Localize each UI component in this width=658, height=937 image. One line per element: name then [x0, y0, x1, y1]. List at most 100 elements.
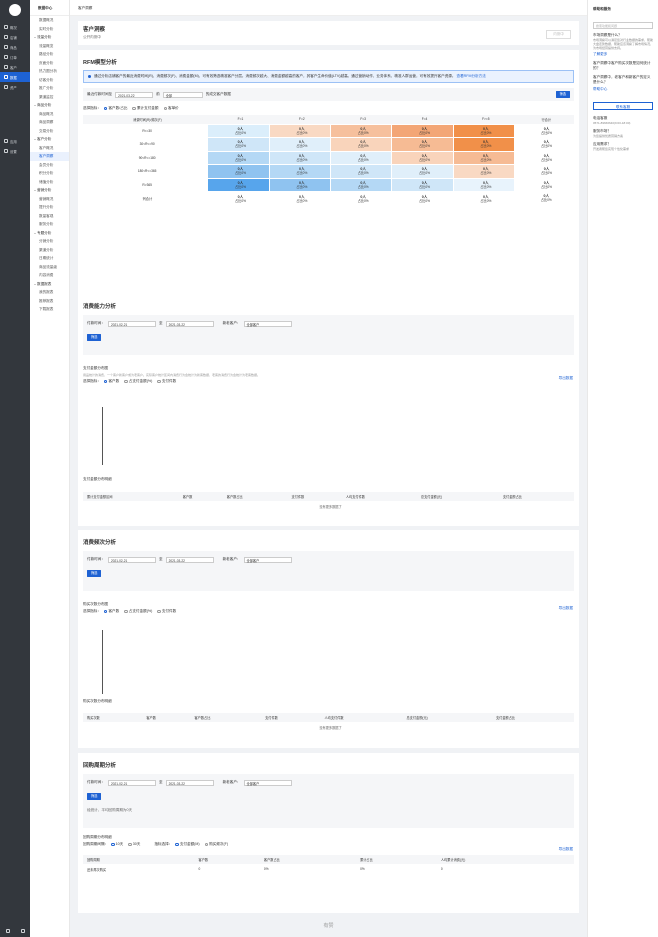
- rfm-cell[interactable]: 0人 占比0%: [452, 137, 516, 152]
- frequency-end-date[interactable]: 2021-03-22: [165, 556, 214, 563]
- rfm-cell[interactable]: 0人 占比0%: [452, 177, 516, 192]
- secondary-nav-item[interactable]: 内容消费: [30, 271, 69, 280]
- secondary-nav-item[interactable]: 储值分析: [30, 178, 69, 187]
- rfm-cell[interactable]: 0人 占比0%: [329, 150, 393, 165]
- secondary-nav-item[interactable]: 积分分析: [30, 169, 69, 178]
- frequency-metric-option[interactable]: 客户数: [103, 609, 119, 614]
- repurchase-metric-option[interactable]: 支付金额(M): [175, 842, 200, 847]
- frequency-start-date[interactable]: 2021-02-21: [107, 556, 156, 563]
- secondary-nav-item[interactable]: 商品流量级: [30, 263, 69, 272]
- frequency-customer-select[interactable]: 全部客户: [243, 556, 292, 563]
- secondary-nav-item[interactable]: 会员分析: [30, 161, 69, 170]
- rfm-cell[interactable]: 0人 占比0%: [329, 123, 393, 138]
- rfm-cell[interactable]: 0人 占比0%: [268, 150, 331, 165]
- secondary-nav-item[interactable]: 访客分析: [30, 76, 69, 85]
- rfm-cell[interactable]: 0人 占比0%: [207, 150, 270, 165]
- primary-nav-item-3[interactable]: 订单: [0, 52, 30, 62]
- contact-service-button[interactable]: 联系客服: [593, 102, 653, 110]
- secondary-nav-item[interactable]: 流量概览: [30, 42, 69, 51]
- secondary-nav-item[interactable]: 日期统计: [30, 254, 69, 263]
- rfm-cell[interactable]: 0人 占比0%: [391, 137, 454, 152]
- frequency-export-link[interactable]: 导出数据: [559, 606, 573, 611]
- ability-end-date[interactable]: 2021-03-22: [165, 320, 214, 327]
- secondary-nav-item[interactable]: – 客户分析: [30, 135, 69, 144]
- shop-logo[interactable]: [9, 4, 21, 16]
- secondary-nav-item[interactable]: 分销分析: [30, 237, 69, 246]
- primary-nav-item-6[interactable]: 资产: [0, 82, 30, 92]
- message-icon[interactable]: [20, 929, 25, 933]
- secondary-nav-item[interactable]: – 流量分析: [30, 33, 69, 42]
- rfm-method-link[interactable]: 查看RFM分析方法: [457, 74, 486, 78]
- rfm-cell[interactable]: 0人 占比0%: [207, 177, 270, 192]
- ability-metric-option[interactable]: 占支付金额(%): [124, 379, 152, 384]
- secondary-nav-item[interactable]: 渠道监控: [30, 93, 69, 102]
- primary-nav-item-0[interactable]: 概况: [0, 22, 30, 32]
- faq-link[interactable]: 了解更多: [593, 52, 653, 57]
- secondary-nav-item[interactable]: 页面分析: [30, 59, 69, 68]
- secondary-nav-item[interactable]: 推荐报表: [30, 297, 69, 306]
- repurchase-filter-button[interactable]: 筛选: [87, 793, 102, 800]
- secondary-nav-item[interactable]: 商品洞察: [30, 118, 69, 127]
- rfm-cell[interactable]: 0人 占比0%: [391, 123, 454, 138]
- primary-nav-item-2[interactable]: 商品: [0, 42, 30, 52]
- secondary-nav-item[interactable]: 数量客观: [30, 212, 69, 221]
- primary-nav-item-5[interactable]: 数据: [0, 72, 30, 82]
- repurchase-export-link[interactable]: 导出数据: [559, 847, 573, 852]
- secondary-nav-item[interactable]: 商品概况: [30, 110, 69, 119]
- help-icon[interactable]: [5, 929, 10, 933]
- rfm-cell[interactable]: 0人 占比0%: [391, 177, 454, 192]
- repurchase-end-date[interactable]: 2021-03-22: [165, 779, 214, 786]
- repurchase-customer-select[interactable]: 全部客户: [243, 779, 292, 786]
- frequency-metric-option[interactable]: 支付件数: [157, 609, 176, 614]
- secondary-nav-item[interactable]: – 商品分析: [30, 101, 69, 110]
- rfm-metric-option[interactable]: 客单价: [163, 106, 179, 111]
- rfm-cell[interactable]: 0人 占比0%: [207, 123, 270, 138]
- rfm-cell[interactable]: 0人 占比0%: [391, 164, 454, 179]
- rfm-cell[interactable]: 0人 占比0%: [268, 123, 331, 138]
- secondary-nav-item[interactable]: 渠道分析: [30, 246, 69, 255]
- secondary-nav-item[interactable]: 我的报表: [30, 288, 69, 297]
- secondary-nav-item[interactable]: 营销概况: [30, 195, 69, 204]
- frequency-metric-option[interactable]: 占支付金额(%): [124, 609, 152, 614]
- rfm-cell[interactable]: 0人 占比0%: [452, 150, 516, 165]
- secondary-nav-item[interactable]: 数据概况: [30, 16, 69, 25]
- secondary-nav-item[interactable]: 交易分析: [30, 127, 69, 136]
- secondary-nav-item[interactable]: 实时分析: [30, 25, 69, 34]
- rfm-cell[interactable]: 0人 占比0%: [329, 137, 393, 152]
- rfm-cell[interactable]: 0人 占比0%: [207, 137, 270, 152]
- ability-export-link[interactable]: 导出数据: [559, 376, 573, 381]
- ability-metric-option[interactable]: 客户数: [103, 379, 119, 384]
- secondary-nav-item[interactable]: 客户概况: [30, 144, 69, 153]
- rfm-cell[interactable]: 0人 占比0%: [452, 164, 516, 179]
- secondary-nav-item[interactable]: 客户洞察: [30, 152, 69, 161]
- ability-start-date[interactable]: 2021-02-21: [107, 320, 156, 327]
- rfm-cell[interactable]: 0人 占比0%: [329, 164, 393, 179]
- secondary-nav-item[interactable]: 推广分析: [30, 84, 69, 93]
- primary-nav-extra-0[interactable]: 应用: [0, 136, 30, 146]
- rfm-date-input[interactable]: 2021-03-22: [115, 91, 154, 98]
- help-search-input[interactable]: 搜索功能和问题: [593, 22, 653, 29]
- repurchase-period-option[interactable]: 30天: [128, 842, 140, 847]
- secondary-nav-item[interactable]: – 数据报表: [30, 280, 69, 289]
- rfm-metric-option[interactable]: 累计支付金额: [132, 106, 159, 111]
- rfm-cell[interactable]: 0人 占比0%: [268, 137, 331, 152]
- primary-nav-extra-1[interactable]: 设置: [0, 146, 30, 156]
- faq-question[interactable]: 客户洞察中客户购买次数是如何统计的？: [593, 61, 653, 71]
- rfm-cell[interactable]: 0人 占比0%: [452, 123, 516, 138]
- ability-customer-select[interactable]: 全部客户: [243, 320, 292, 327]
- secondary-nav-item[interactable]: – 专题分析: [30, 229, 69, 238]
- secondary-nav-item[interactable]: 提升分析: [30, 203, 69, 212]
- ability-metric-option[interactable]: 支付件数: [157, 379, 176, 384]
- secondary-nav-item[interactable]: 热力图分析: [30, 67, 69, 76]
- frequency-filter-button[interactable]: 筛选: [87, 570, 102, 577]
- secondary-nav-item[interactable]: – 营销分析: [30, 186, 69, 195]
- rfm-cell[interactable]: 0人 占比0%: [268, 164, 331, 179]
- repurchase-start-date[interactable]: 2021-02-21: [107, 779, 156, 786]
- rfm-cell[interactable]: 0人 占比0%: [391, 150, 454, 165]
- primary-nav-item-4[interactable]: 客户: [0, 62, 30, 72]
- rfm-cell[interactable]: 0人 占比0%: [329, 177, 393, 192]
- primary-nav-item-1[interactable]: 店铺: [0, 32, 30, 42]
- secondary-nav-item[interactable]: 下载报表: [30, 305, 69, 314]
- repurchase-metric-option[interactable]: 购买频次(F): [204, 842, 228, 847]
- faq-question[interactable]: 客户洞察中，老客户和新客户的定义是什么？: [593, 75, 653, 85]
